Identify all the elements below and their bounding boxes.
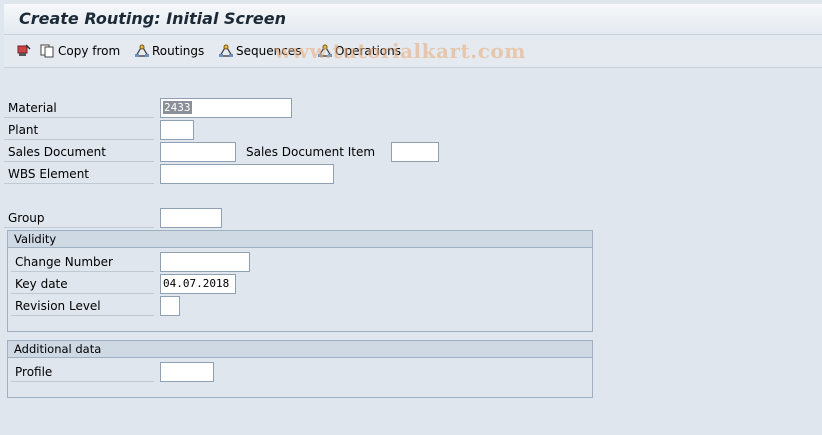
validity-group-title: Validity (8, 231, 592, 248)
hierarchy-icon (218, 44, 234, 58)
hierarchy-icon (317, 44, 333, 58)
operations-button[interactable]: Operations (317, 42, 401, 60)
key-date-label: Key date (11, 274, 154, 294)
additional-data-group-title: Additional data (8, 341, 592, 358)
sales-document-item-label: Sales Document Item (246, 145, 376, 159)
copy-icon (40, 44, 55, 58)
copy-from-label: Copy from (58, 44, 121, 58)
wbs-element-input[interactable] (160, 164, 334, 184)
copy-from-button[interactable]: Copy from (40, 42, 120, 60)
page-title: Create Routing: Initial Screen (19, 9, 287, 28)
main-content: Material 2433 Plant Sales Document Sales… (4, 68, 822, 431)
change-number-label: Change Number (11, 252, 154, 272)
revision-level-input[interactable] (160, 296, 180, 316)
profile-label: Profile (11, 362, 154, 382)
routings-label: Routings (152, 44, 205, 58)
routings-button[interactable]: Routings (134, 42, 204, 60)
key-date-input[interactable]: 04.07.2018 (160, 274, 236, 294)
glasses-pencil-icon (16, 44, 32, 58)
group-input[interactable] (160, 208, 222, 228)
plant-input[interactable] (160, 120, 194, 140)
sequences-button[interactable]: Sequences (218, 42, 301, 60)
material-label: Material (4, 98, 154, 118)
sales-document-input[interactable] (160, 142, 236, 162)
revision-level-label: Revision Level (11, 296, 154, 316)
application-toolbar: Copy from Routings Sequences Operations … (4, 35, 822, 68)
display-change-button[interactable] (16, 42, 32, 60)
plant-label: Plant (4, 120, 154, 140)
hierarchy-icon (134, 44, 150, 58)
sequences-label: Sequences (236, 44, 302, 58)
sales-document-item-input[interactable] (391, 142, 439, 162)
change-number-input[interactable] (160, 252, 250, 272)
wbs-element-label: WBS Element (4, 164, 154, 184)
material-value: 2433 (163, 101, 192, 114)
profile-input[interactable] (160, 362, 214, 382)
operations-label: Operations (335, 44, 401, 58)
sales-document-label: Sales Document (4, 142, 154, 162)
material-input[interactable]: 2433 (160, 98, 292, 118)
title-bar: Create Routing: Initial Screen (4, 4, 822, 35)
group-label: Group (4, 208, 154, 228)
